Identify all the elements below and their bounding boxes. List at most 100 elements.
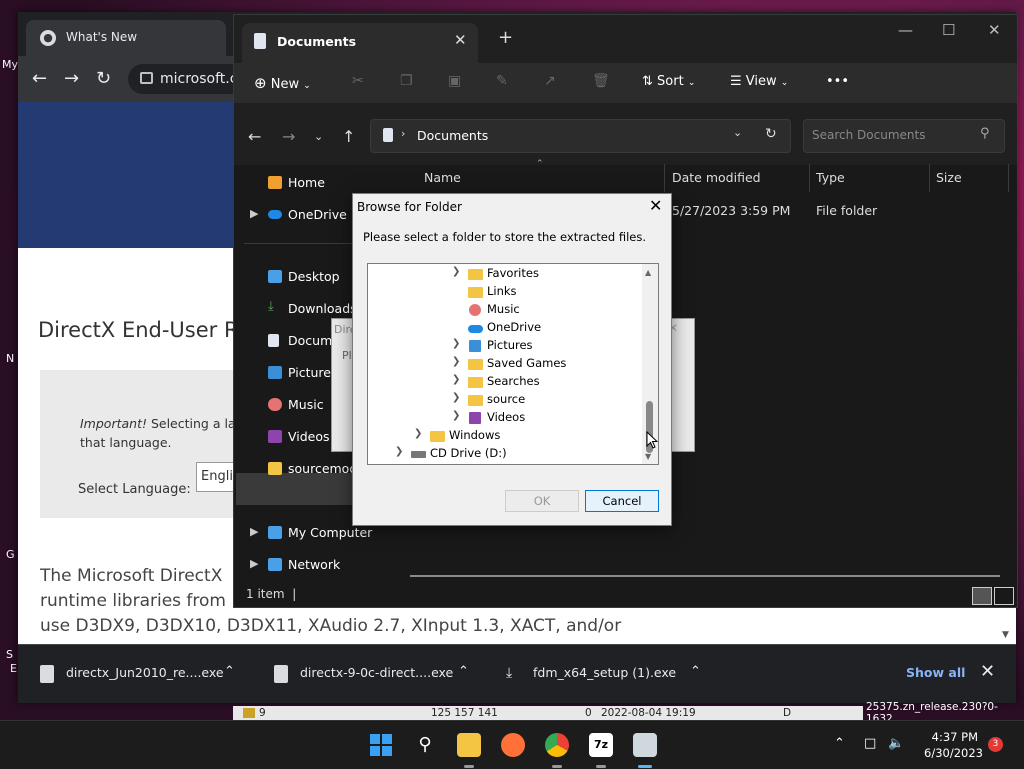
rename-icon[interactable]: ✎ xyxy=(496,73,508,89)
minimize-icon[interactable]: — xyxy=(898,21,913,39)
view-button[interactable]: ☰ View ⌄ xyxy=(730,74,788,89)
column-divider[interactable] xyxy=(1008,164,1009,192)
column-header-date[interactable]: Date modified xyxy=(672,170,761,185)
chrome-tab[interactable]: ● What's New xyxy=(26,20,226,56)
tree-item[interactable]: ❯ Videos xyxy=(368,410,642,428)
close-window-icon[interactable]: ✕ xyxy=(988,21,1001,39)
row-date-modified[interactable]: 5/27/2023 3:59 PM xyxy=(672,203,790,218)
column-header-name[interactable]: Name xyxy=(424,170,461,185)
scroll-down-arrow-icon[interactable]: ▼ xyxy=(645,452,651,461)
column-divider[interactable] xyxy=(929,164,930,192)
chevron-up-icon[interactable]: ⌃ xyxy=(690,664,701,679)
chevron-right-icon[interactable]: ❯ xyxy=(395,446,403,457)
scroll-down-arrow-icon[interactable]: ▼ xyxy=(1002,630,1009,640)
chevron-right-icon[interactable]: ❯ xyxy=(452,266,460,277)
chevron-right-icon[interactable]: ❯ xyxy=(414,428,422,439)
clock[interactable]: 4:37 PM 6/30/2023 xyxy=(924,729,983,761)
delete-icon[interactable]: 🗑 xyxy=(592,73,610,89)
installer-icon[interactable] xyxy=(633,733,657,757)
search-box[interactable]: Search Documents ⚲ xyxy=(803,119,1005,153)
more-options-icon[interactable]: ••• xyxy=(826,74,849,89)
download-item[interactable]: ⤓ fdm_x64_setup (1).exe ⌃ xyxy=(492,645,722,703)
network-icon[interactable]: □ xyxy=(864,736,876,751)
chevron-right-icon[interactable]: ▶ xyxy=(250,557,258,570)
notification-badge[interactable]: 3 xyxy=(988,737,1003,752)
firefox-icon[interactable] xyxy=(501,733,525,757)
chevron-right-icon[interactable]: ▶ xyxy=(250,525,258,538)
new-button[interactable]: ⊕ New ⌄ xyxy=(254,74,311,92)
scroll-up-arrow-icon[interactable]: ▲ xyxy=(645,268,651,277)
maximize-icon[interactable]: ☐ xyxy=(942,21,955,39)
close-icon[interactable]: ✕ xyxy=(980,661,995,682)
start-windows-icon[interactable] xyxy=(369,733,393,757)
nav-item-music[interactable]: Music xyxy=(268,397,324,412)
chevron-right-icon[interactable]: ❯ xyxy=(452,356,460,367)
chevron-right-icon[interactable]: ❯ xyxy=(452,392,460,403)
desktop-icon-label[interactable]: G xyxy=(6,548,15,561)
back-arrow-icon[interactable]: ← xyxy=(248,127,261,146)
nav-item-my-computer[interactable]: ▶ My Computer xyxy=(250,525,372,540)
nav-item-downloads[interactable]: ⤓ Downloads xyxy=(268,299,357,316)
row-type[interactable]: File folder xyxy=(816,203,877,218)
explorer-tab[interactable]: Documents ✕ xyxy=(242,23,478,63)
tree-item[interactable]: ❯ Pictures xyxy=(368,338,642,356)
horizontal-scrollbar[interactable] xyxy=(410,575,1000,577)
tree-item[interactable]: ❯ Saved Games xyxy=(368,356,642,374)
new-tab-icon[interactable]: + xyxy=(498,27,513,48)
chevron-up-icon[interactable]: ⌃ xyxy=(458,664,469,679)
tree-item[interactable]: ❯ Favorites xyxy=(368,266,642,284)
column-divider[interactable] xyxy=(809,164,810,192)
desktop-icon-label[interactable]: S xyxy=(6,648,13,661)
copy-icon[interactable]: ❐ xyxy=(400,73,413,89)
address-bar[interactable]: › Documents ⌄ ↻ xyxy=(370,119,791,153)
chevron-right-icon[interactable]: ❯ xyxy=(452,374,460,385)
tree-item[interactable]: ❯ Searches xyxy=(368,374,642,392)
nav-item-desktop[interactable]: Desktop xyxy=(268,269,340,284)
show-all-downloads-link[interactable]: Show all xyxy=(906,665,965,680)
chevron-up-icon[interactable]: ⌃ xyxy=(834,736,845,751)
search-icon[interactable]: ⚲ xyxy=(413,733,437,757)
column-header-size[interactable]: Size xyxy=(936,170,962,185)
download-item[interactable]: directx-9-0c-direct....exe ⌃ xyxy=(258,645,492,703)
desktop-icon-label[interactable]: N xyxy=(6,352,14,365)
details-view-icon[interactable] xyxy=(972,587,992,605)
cancel-button[interactable]: Cancel xyxy=(585,490,659,512)
file-explorer-icon[interactable] xyxy=(457,733,481,757)
recent-locations-chevron-icon[interactable]: ⌄ xyxy=(314,130,323,143)
back-arrow-icon[interactable]: ← xyxy=(32,68,47,89)
reload-icon[interactable]: ↻ xyxy=(96,68,111,89)
volume-icon[interactable]: 🔈 xyxy=(888,736,904,751)
chevron-right-icon[interactable]: ❯ xyxy=(452,410,460,421)
tree-item[interactable]: ❯ Windows xyxy=(368,428,642,446)
close-icon[interactable]: ✕ xyxy=(649,196,662,215)
ok-button[interactable]: OK xyxy=(505,490,579,512)
close-tab-icon[interactable]: ✕ xyxy=(454,31,467,49)
forward-arrow-icon[interactable]: → xyxy=(282,127,295,146)
7zip-icon[interactable]: 7z xyxy=(589,733,613,757)
desktop-icon-label[interactable]: My xyxy=(2,58,18,71)
nav-item-home[interactable]: Home xyxy=(268,175,325,190)
chrome-icon[interactable] xyxy=(545,733,569,757)
tree-item[interactable]: ❯ source xyxy=(368,392,642,410)
chevron-down-icon[interactable]: ⌄ xyxy=(733,126,742,139)
column-divider[interactable] xyxy=(664,164,665,192)
desktop-icon-label[interactable]: E xyxy=(10,662,17,675)
paste-icon[interactable]: ▣ xyxy=(448,73,461,89)
download-item[interactable]: directx_Jun2010_re....exe ⌃ xyxy=(18,645,258,703)
nav-item-videos[interactable]: Videos xyxy=(268,429,330,444)
cut-icon[interactable]: ✂ xyxy=(352,73,364,89)
chevron-right-icon[interactable]: ❯ xyxy=(452,338,460,349)
sort-button[interactable]: ⇅ Sort ⌄ xyxy=(642,74,695,89)
chevron-up-icon[interactable]: ⌃ xyxy=(224,664,235,679)
tree-item[interactable]: OneDrive xyxy=(368,320,642,338)
nav-item-onedrive[interactable]: ▶ OneDrive xyxy=(250,207,347,222)
tree-item[interactable]: ❯ CD Drive (D:) xyxy=(368,446,642,464)
column-header-type[interactable]: Type xyxy=(816,170,845,185)
share-icon[interactable]: ↗ xyxy=(544,73,556,89)
chevron-right-icon[interactable]: ▶ xyxy=(250,207,258,220)
refresh-icon[interactable]: ↻ xyxy=(765,126,777,142)
nav-item-network[interactable]: ▶ Network xyxy=(250,557,340,572)
forward-arrow-icon[interactable]: → xyxy=(64,68,79,89)
tree-item[interactable]: Music xyxy=(368,302,642,320)
tiles-view-icon[interactable] xyxy=(994,587,1014,605)
